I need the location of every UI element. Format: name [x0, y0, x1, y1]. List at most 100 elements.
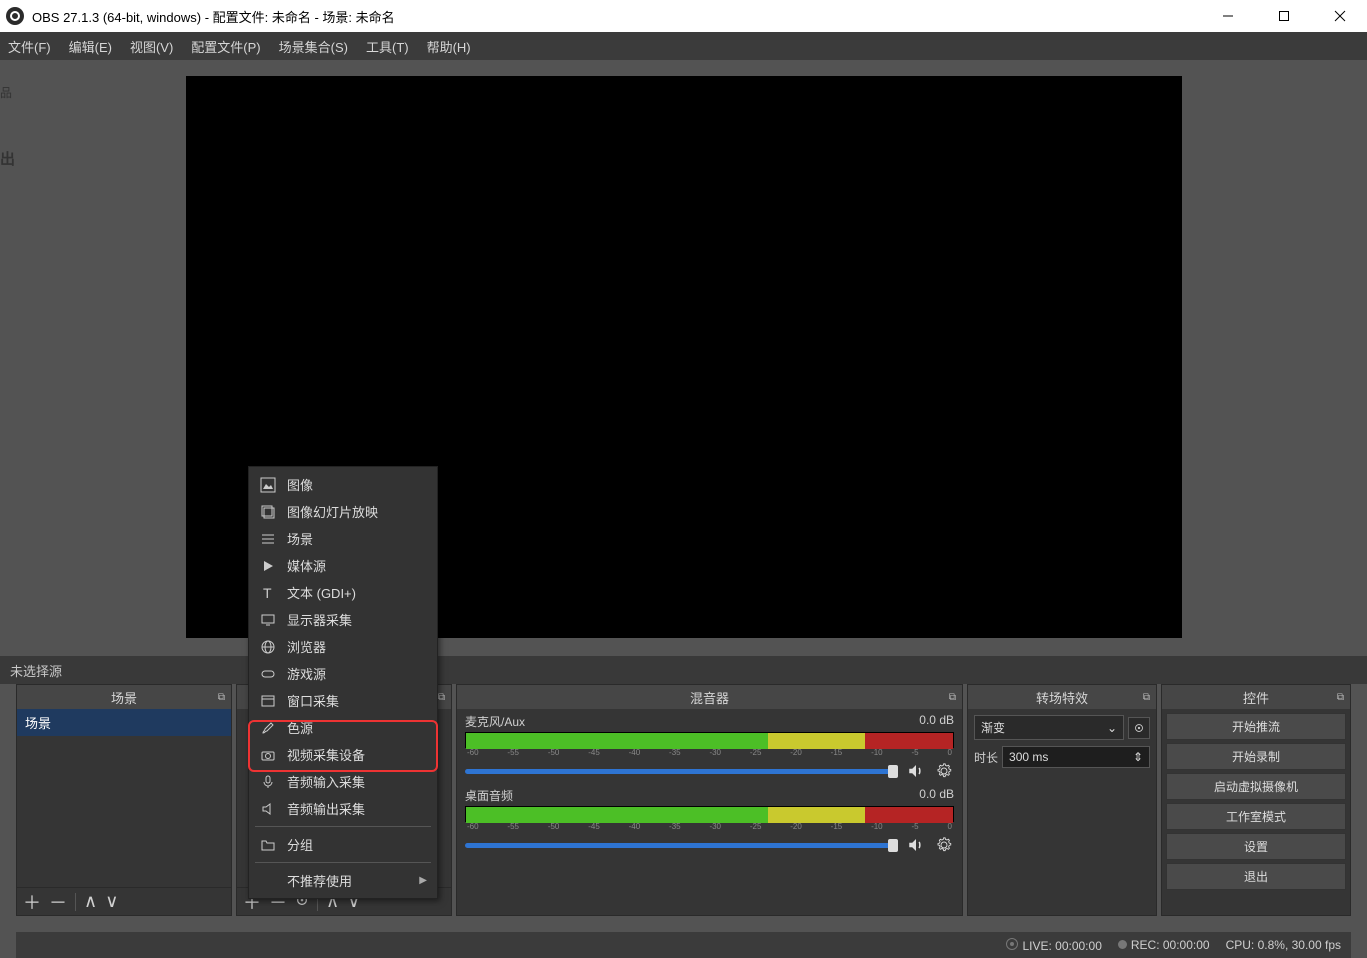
scene-up-button[interactable]: ∧ — [84, 891, 97, 912]
add-scene-button[interactable]: ＋ — [23, 889, 41, 915]
window-title: OBS 27.1.3 (64-bit, windows) - 配置文件: 未命名… — [32, 7, 1213, 26]
minimize-button[interactable] — [1213, 6, 1243, 26]
live-icon — [1006, 938, 1018, 950]
duration-label: 时长 — [974, 749, 998, 766]
ctx-scene[interactable]: 场景 — [249, 525, 437, 552]
mixer-channel-mic: 麦克风/Aux0.0 dB -60-55-50-45-40-35-30-25-2… — [457, 709, 962, 783]
popout-icon[interactable]: ⧉ — [1143, 692, 1150, 703]
mixer-dock: 混音器⧉ 麦克风/Aux0.0 dB -60-55-50-45-40-35-30… — [456, 684, 963, 916]
image-icon — [259, 476, 277, 494]
audio-meter — [465, 732, 954, 748]
ctx-image[interactable]: 图像 — [249, 471, 437, 498]
popout-icon[interactable]: ⧉ — [949, 692, 956, 703]
monitor-icon — [259, 611, 277, 629]
scene-down-button[interactable]: ∨ — [105, 891, 118, 912]
remove-scene-button[interactable]: － — [49, 889, 67, 915]
globe-icon — [259, 638, 277, 656]
controls-header[interactable]: 控件⧉ — [1162, 685, 1350, 709]
channel-name: 麦克风/Aux — [465, 713, 525, 730]
ctx-window-capture[interactable]: 窗口采集 — [249, 687, 437, 714]
edge-text-a: 品 — [0, 84, 12, 101]
ctx-game-capture[interactable]: 游戏源 — [249, 660, 437, 687]
popout-icon[interactable]: ⧉ — [218, 692, 225, 703]
ctx-video-capture[interactable]: 视频采集设备 — [249, 741, 437, 768]
menu-help[interactable]: 帮助(H) — [427, 37, 471, 56]
volume-slider[interactable] — [465, 843, 898, 848]
spinner-icon: ⇕ — [1133, 750, 1143, 764]
ctx-text[interactable]: T文本 (GDI+) — [249, 579, 437, 606]
mic-icon — [259, 773, 277, 791]
controls-dock: 控件⧉ 开始推流 开始录制 启动虚拟摄像机 工作室模式 设置 退出 — [1161, 684, 1351, 916]
channel-name: 桌面音频 — [465, 787, 513, 804]
ctx-color-source[interactable]: 色源 — [249, 714, 437, 741]
preview-area — [0, 60, 1367, 656]
camera-icon — [259, 746, 277, 764]
ctx-media[interactable]: 媒体源 — [249, 552, 437, 579]
folder-icon — [259, 836, 277, 854]
menu-scene-collection[interactable]: 场景集合(S) — [279, 37, 348, 56]
list-icon — [259, 530, 277, 548]
ctx-browser[interactable]: 浏览器 — [249, 633, 437, 660]
rec-dot-icon — [1118, 940, 1127, 949]
brush-icon — [259, 719, 277, 737]
audio-meter — [465, 806, 954, 822]
speaker-icon[interactable] — [906, 761, 926, 781]
transition-settings-button[interactable] — [1128, 717, 1150, 739]
ctx-deprecated[interactable]: 不推荐使用▶ — [249, 867, 437, 894]
ctx-group[interactable]: 分组 — [249, 831, 437, 858]
settings-button[interactable]: 设置 — [1166, 833, 1346, 860]
duration-spinbox[interactable]: 300 ms⇕ — [1002, 746, 1150, 768]
popout-icon[interactable]: ⧉ — [1337, 692, 1344, 703]
obs-logo-icon — [6, 7, 24, 25]
edge-text-b: 出 — [0, 148, 15, 169]
scenes-dock: 场景⧉ 场景 ＋ － ∧ ∨ — [16, 684, 232, 916]
menu-profile[interactable]: 配置文件(P) — [191, 37, 260, 56]
gear-icon[interactable] — [934, 761, 954, 781]
menu-bar: 文件(F) 编辑(E) 视图(V) 配置文件(P) 场景集合(S) 工具(T) … — [0, 32, 1367, 60]
speaker-icon[interactable] — [906, 835, 926, 855]
transitions-dock: 转场特效⧉ 渐变⌄ 时长 300 ms⇕ — [967, 684, 1157, 916]
scene-item[interactable]: 场景 — [17, 709, 231, 736]
start-record-button[interactable]: 开始录制 — [1166, 743, 1346, 770]
transitions-header[interactable]: 转场特效⧉ — [968, 685, 1156, 709]
no-source-label: 未选择源 — [10, 664, 62, 679]
mixer-header[interactable]: 混音器⧉ — [457, 685, 962, 709]
svg-text:T: T — [263, 585, 272, 601]
ctx-audio-output[interactable]: 音频输出采集 — [249, 795, 437, 822]
speaker-out-icon — [259, 800, 277, 818]
exit-button[interactable]: 退出 — [1166, 863, 1346, 890]
menu-tools[interactable]: 工具(T) — [366, 37, 409, 56]
add-source-menu: 图像 图像幻灯片放映 场景 媒体源 T文本 (GDI+) 显示器采集 浏览器 游… — [248, 466, 438, 899]
rec-status: REC: 00:00:00 — [1131, 938, 1210, 952]
menu-view[interactable]: 视图(V) — [130, 37, 173, 56]
close-button[interactable] — [1325, 6, 1355, 26]
slideshow-icon — [259, 503, 277, 521]
channel-db: 0.0 dB — [919, 787, 954, 804]
transition-select[interactable]: 渐变⌄ — [974, 715, 1124, 740]
gear-icon[interactable] — [934, 835, 954, 855]
ctx-slideshow[interactable]: 图像幻灯片放映 — [249, 498, 437, 525]
scenes-header[interactable]: 场景⧉ — [17, 685, 231, 709]
studio-mode-button[interactable]: 工作室模式 — [1166, 803, 1346, 830]
window-icon — [259, 692, 277, 710]
channel-db: 0.0 dB — [919, 713, 954, 730]
title-bar: OBS 27.1.3 (64-bit, windows) - 配置文件: 未命名… — [0, 0, 1367, 32]
maximize-button[interactable] — [1269, 6, 1299, 26]
menu-file[interactable]: 文件(F) — [8, 37, 51, 56]
menu-separator — [255, 826, 431, 827]
volume-slider[interactable] — [465, 769, 898, 774]
start-virtualcam-button[interactable]: 启动虚拟摄像机 — [1166, 773, 1346, 800]
ctx-display-capture[interactable]: 显示器采集 — [249, 606, 437, 633]
menu-separator — [255, 862, 431, 863]
text-icon: T — [259, 584, 277, 602]
cpu-status: CPU: 0.8%, 30.00 fps — [1226, 938, 1341, 952]
source-toolbar: 未选择源 — [0, 656, 1367, 684]
menu-edit[interactable]: 编辑(E) — [69, 37, 112, 56]
popout-icon[interactable]: ⧉ — [438, 692, 445, 703]
ctx-audio-input[interactable]: 音频输入采集 — [249, 768, 437, 795]
status-bar: LIVE: 00:00:00 REC: 00:00:00 CPU: 0.8%, … — [16, 932, 1351, 958]
live-status: LIVE: 00:00:00 — [1022, 939, 1101, 953]
start-stream-button[interactable]: 开始推流 — [1166, 713, 1346, 740]
play-icon — [259, 557, 277, 575]
submenu-arrow-icon: ▶ — [419, 875, 427, 886]
